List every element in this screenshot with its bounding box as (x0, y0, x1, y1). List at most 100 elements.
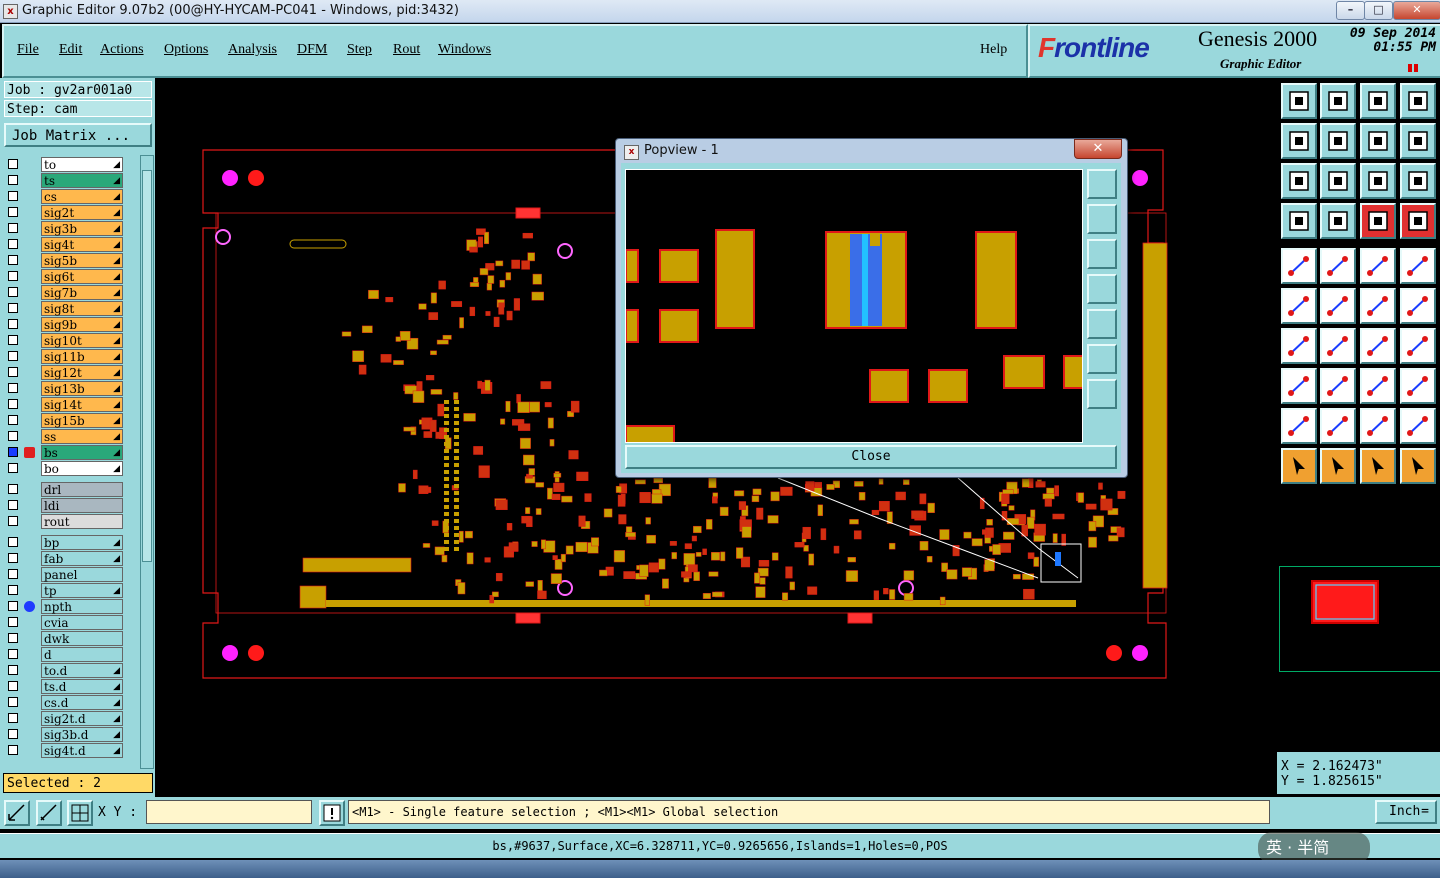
window-title-bar[interactable]: x Graphic Editor 9.07b2 (00@HY-HYCAM-PC0… (0, 0, 1440, 23)
tool-button-select-poly[interactable] (1360, 448, 1396, 484)
unit-selector[interactable]: Inch = (1375, 800, 1437, 824)
snap-tool-button[interactable] (4, 800, 30, 826)
layer-name[interactable]: ts ◢ (41, 173, 123, 188)
layer-row-sig10t[interactable]: sig10t ◢ (4, 333, 124, 348)
layer-row-sig3b[interactable]: sig3b ◢ (4, 221, 124, 236)
layer-visibility-checkbox[interactable] (8, 335, 18, 345)
layer-row-bp[interactable]: bp ◢ (4, 535, 124, 550)
layer-visibility-checkbox[interactable] (8, 431, 18, 441)
layer-name[interactable]: sig2t.d ◢ (41, 711, 123, 726)
layer-row-d[interactable]: d (4, 647, 124, 662)
tool-button-help[interactable] (1400, 163, 1436, 199)
layer-row-to-d[interactable]: to.d ◢ (4, 663, 124, 678)
layer-visibility-checkbox[interactable] (8, 415, 18, 425)
layer-row-ss[interactable]: ss ◢ (4, 429, 124, 444)
layer-name[interactable]: tp ◢ (41, 583, 123, 598)
layer-name[interactable]: sig12t ◢ (41, 365, 123, 380)
tool-button-pad[interactable] (1281, 248, 1317, 284)
menu-analysis[interactable]: Analysis (228, 42, 277, 58)
tool-button-undo-zoom[interactable] (1360, 123, 1396, 159)
layer-visibility-checkbox[interactable] (8, 447, 18, 457)
layer-visibility-checkbox[interactable] (8, 729, 18, 739)
layer-name[interactable]: cs ◢ (41, 189, 123, 204)
popview-zoom-in-button[interactable] (1087, 379, 1117, 409)
layer-name[interactable]: sig3b ◢ (41, 221, 123, 236)
layer-row-drl[interactable]: drl (4, 482, 124, 497)
layer-visibility-checkbox[interactable] (8, 191, 18, 201)
tool-button-angle[interactable] (1281, 328, 1317, 364)
layer-name[interactable]: ldi (41, 498, 123, 513)
layer-name[interactable]: sig4t ◢ (41, 237, 123, 252)
layer-row-sig13b[interactable]: sig13b ◢ (4, 381, 124, 396)
os-taskbar[interactable] (0, 860, 1440, 878)
layer-name[interactable]: sig11b ◢ (41, 349, 123, 364)
layer-name[interactable]: to.d ◢ (41, 663, 123, 678)
tool-button-stretch[interactable] (1320, 368, 1356, 404)
tool-button-highlight[interactable] (1360, 203, 1396, 239)
tool-button-zoom-page[interactable] (1320, 83, 1356, 119)
layer-visibility-checkbox[interactable] (8, 159, 18, 169)
layer-visibility-checkbox[interactable] (8, 633, 18, 643)
overview-preview[interactable] (1279, 566, 1440, 672)
layer-row-cvia[interactable]: cvia (4, 615, 124, 630)
layer-row-ldi[interactable]: ldi (4, 498, 124, 513)
layer-name[interactable]: sig6t ◢ (41, 269, 123, 284)
tool-button-zoom-fit[interactable] (1281, 163, 1317, 199)
layer-name[interactable]: fab ◢ (41, 551, 123, 566)
menu-dfm[interactable]: DFM (297, 42, 327, 58)
layer-visibility-checkbox[interactable] (8, 553, 18, 563)
layer-visibility-checkbox[interactable] (8, 601, 18, 611)
layer-visibility-checkbox[interactable] (8, 255, 18, 265)
tool-button-pan-right[interactable] (1320, 123, 1356, 159)
menu-options[interactable]: Options (164, 42, 208, 58)
layer-row-sig2t[interactable]: sig2t ◢ (4, 205, 124, 220)
layer-visibility-checkbox[interactable] (8, 649, 18, 659)
popview-zoom-out-button[interactable] (1087, 344, 1117, 374)
layer-visibility-checkbox[interactable] (8, 303, 18, 313)
layer-visibility-checkbox[interactable] (8, 399, 18, 409)
layer-name[interactable]: d (41, 647, 123, 662)
layer-row-to[interactable]: to ◢ (4, 157, 124, 172)
layer-name[interactable]: bs ◢ (41, 445, 123, 460)
tool-button-connect[interactable] (1281, 288, 1317, 324)
scrollbar-thumb[interactable] (142, 170, 152, 562)
layer-name[interactable]: bo ◢ (41, 461, 123, 476)
popview-zoom-fit-button[interactable] (1087, 169, 1117, 199)
layer-visibility-checkbox[interactable] (8, 713, 18, 723)
layer-name[interactable]: dwk (41, 631, 123, 646)
layer-row-sig4t-d[interactable]: sig4t.d ◢ (4, 743, 124, 758)
tool-button-layer-tools[interactable] (1281, 203, 1317, 239)
tool-button-scale-1-2[interactable] (1360, 163, 1396, 199)
layer-visibility-checkbox[interactable] (8, 367, 18, 377)
layer-row-cs-d[interactable]: cs.d ◢ (4, 695, 124, 710)
tool-button-slash[interactable] (1320, 328, 1356, 364)
layer-row-sig6t[interactable]: sig6t ◢ (4, 269, 124, 284)
layer-name[interactable]: cs.d ◢ (41, 695, 123, 710)
tool-button-rotate[interactable] (1360, 328, 1396, 364)
layer-name[interactable]: cvia (41, 615, 123, 630)
layer-visibility-checkbox[interactable] (8, 585, 18, 595)
tool-button-split[interactable] (1360, 408, 1396, 444)
layer-name[interactable]: sig8t ◢ (41, 301, 123, 316)
layer-visibility-checkbox[interactable] (8, 516, 18, 526)
layer-visibility-checkbox[interactable] (8, 351, 18, 361)
layer-name[interactable]: ss ◢ (41, 429, 123, 444)
tool-button-select-box[interactable] (1320, 448, 1356, 484)
tool-button-mirror[interactable] (1400, 328, 1436, 364)
layer-row-dwk[interactable]: dwk (4, 631, 124, 646)
layer-visibility-checkbox[interactable] (8, 484, 18, 494)
layer-name[interactable]: to ◢ (41, 157, 123, 172)
minimize-button[interactable]: – (1336, 1, 1365, 20)
popview-close-icon[interactable]: ✕ (1074, 139, 1122, 159)
layer-row-bs[interactable]: bs ◢ (4, 445, 124, 460)
layer-name[interactable]: panel (41, 567, 123, 582)
layer-row-sig5b[interactable]: sig5b ◢ (4, 253, 124, 268)
tool-button-line[interactable] (1320, 248, 1356, 284)
grid-tool-button[interactable] (67, 800, 93, 826)
tool-button-point[interactable] (1400, 288, 1436, 324)
popview-pan-right-button[interactable] (1087, 309, 1117, 339)
layer-name[interactable]: rout (41, 514, 123, 529)
menu-edit[interactable]: Edit (59, 42, 82, 58)
layer-row-cs[interactable]: cs ◢ (4, 189, 124, 204)
measure-tool-button[interactable] (36, 800, 62, 826)
